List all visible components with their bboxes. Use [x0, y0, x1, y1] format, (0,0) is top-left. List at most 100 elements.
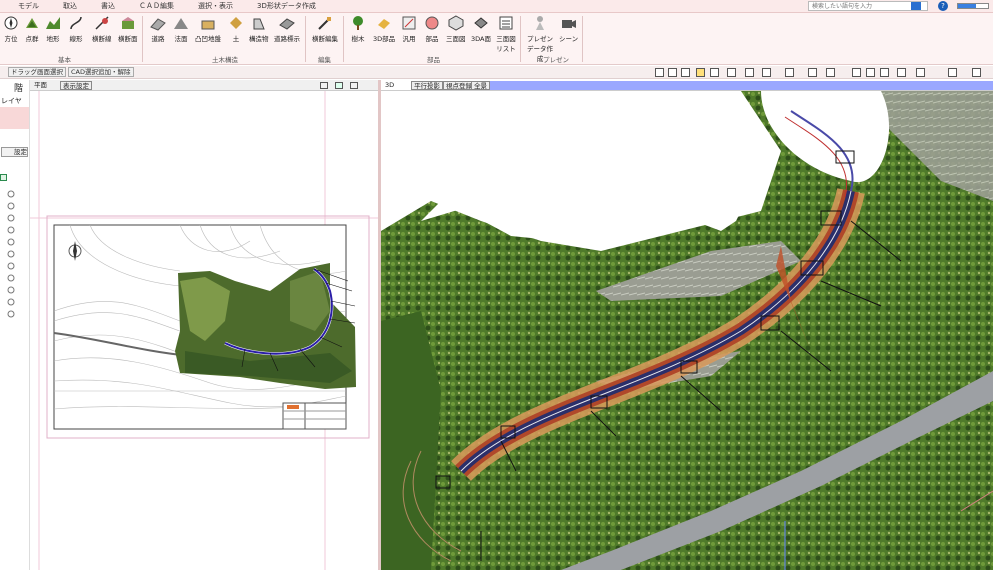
group-label-edit: 編集 [318, 56, 331, 64]
terrain-3d-render [381, 91, 993, 570]
layer-radio[interactable] [7, 310, 15, 318]
left-panel: 階 レイヤ 設定 [0, 80, 30, 570]
uneven-ground-label: 凸凹地盤 [195, 35, 221, 43]
zoom-icon[interactable] [785, 68, 794, 77]
search-input[interactable] [809, 2, 909, 10]
three-view-icon [448, 15, 464, 31]
menu-icon[interactable] [972, 68, 981, 77]
road-button[interactable]: 道路 [150, 15, 166, 43]
camera-icon[interactable] [762, 68, 771, 77]
scene-icon [561, 20, 576, 28]
undo-icon[interactable] [808, 68, 817, 77]
menu-export[interactable]: 書込 [89, 1, 127, 11]
structure-label: 構造物 [249, 35, 269, 43]
layer-radio[interactable] [7, 262, 15, 270]
layer-radio[interactable] [7, 298, 15, 306]
layer-radio-list[interactable] [0, 188, 16, 328]
uneven-ground-button[interactable]: 凸凹地盤 [195, 15, 221, 43]
menu-import[interactable]: 取込 [51, 1, 89, 11]
layer-radio[interactable] [7, 274, 15, 282]
slope-button[interactable]: 法面 [173, 15, 189, 43]
cross-section-button[interactable]: 横断面 [118, 15, 138, 43]
group-separator [305, 16, 306, 62]
brush-icon[interactable] [897, 68, 906, 77]
point-cloud-button[interactable]: 点群 [24, 15, 40, 43]
tab-display-settings[interactable]: 表示設定 [60, 81, 92, 90]
tree-icon [353, 16, 363, 30]
3da-face-button[interactable]: 3DA面 [471, 15, 491, 43]
view3d-canvas[interactable] [381, 91, 993, 570]
road-marking-icon [279, 18, 295, 30]
layer-radio[interactable] [7, 238, 15, 246]
road-marking-label: 道路標示 [274, 35, 300, 43]
cross-section-icon [121, 17, 134, 29]
layer-highlight [0, 107, 29, 129]
layer-radio[interactable] [7, 202, 15, 210]
plan-header: 平面 表示設定 [30, 80, 378, 91]
pan-icon[interactable] [710, 68, 719, 77]
layer-icon[interactable] [727, 68, 736, 77]
search-icon[interactable] [911, 2, 921, 10]
tab-plan[interactable]: 平面 [32, 81, 49, 90]
earth-button[interactable]: 土 [228, 15, 244, 43]
split-view-icon[interactable] [681, 68, 690, 77]
layer-radio[interactable] [7, 286, 15, 294]
help-icon[interactable]: ? [938, 1, 948, 11]
cross-move-icon[interactable] [948, 68, 957, 77]
secondary-toolbar: ドラッグ画面選択 CAD選択追加・解除 [0, 66, 993, 79]
view3d-header: 3D 平行投影 視点登録 全景 [381, 80, 993, 91]
tab-full-view[interactable]: 全景 [471, 81, 490, 90]
cross-line-button[interactable]: 横断線 [92, 15, 112, 43]
setting-button[interactable]: 設定 [1, 147, 28, 157]
parts-button[interactable]: 部品 [424, 15, 440, 43]
search-box [808, 1, 928, 11]
3da-face-icon [474, 17, 488, 29]
plan-save-icon[interactable] [320, 82, 328, 89]
move-icon[interactable] [866, 68, 875, 77]
plan-grid-icon[interactable] [350, 82, 358, 89]
direction-button[interactable]: 方位 [3, 15, 19, 43]
light-icon[interactable] [852, 68, 861, 77]
3d-parts-button[interactable]: 3D部品 [373, 15, 395, 43]
parts-label: 部品 [425, 35, 439, 43]
group-separator [343, 16, 344, 62]
cross-edit-label: 横断編集 [312, 35, 338, 43]
layer-radio[interactable] [7, 190, 15, 198]
layer-radio[interactable] [7, 226, 15, 234]
layer-radio[interactable] [7, 214, 15, 222]
menu-model[interactable]: モデル [0, 1, 51, 11]
three-view-list-button[interactable]: 三面図リスト [495, 15, 517, 53]
list-view-icon[interactable] [655, 68, 664, 77]
snap-icon[interactable] [745, 68, 754, 77]
cross-edit-button[interactable]: 横断編集 [312, 15, 338, 43]
three-view-button[interactable]: 三面図 [446, 15, 466, 43]
terrain-button[interactable]: 地形 [45, 15, 61, 43]
drag-select-button[interactable]: ドラッグ画面選択 [8, 67, 66, 77]
tab-parallel-projection[interactable]: 平行投影 [411, 81, 443, 90]
filter-icon[interactable] [916, 68, 925, 77]
rotate-icon[interactable] [880, 68, 889, 77]
layer-checkbox[interactable] [0, 174, 7, 181]
menu-cad-edit[interactable]: ＣＡＤ編集 [127, 1, 186, 11]
tab-3d[interactable]: 3D [383, 81, 396, 90]
pointer-icon[interactable] [696, 68, 705, 77]
plan-view-icon[interactable] [335, 82, 343, 89]
structure-button[interactable]: 構造物 [249, 15, 269, 43]
layer-label[interactable]: レイヤ [1, 96, 22, 106]
menu-select-view[interactable]: 選択・表示 [186, 1, 245, 11]
cad-select-toggle-button[interactable]: CAD選択追加・解除 [68, 67, 134, 77]
tree-button[interactable]: 樹木 [350, 15, 366, 43]
cross-line-icon [95, 16, 109, 30]
menu-3d-shape[interactable]: 3D形状データ作成 [245, 1, 328, 11]
earth-label: 土 [232, 35, 240, 43]
compass-icon [4, 16, 18, 30]
scene-button[interactable]: シーン [559, 15, 578, 43]
redo-icon[interactable] [826, 68, 835, 77]
group-label-parts: 部品 [427, 56, 440, 64]
road-marking-button[interactable]: 道路標示 [274, 15, 300, 43]
plan-canvas[interactable] [30, 91, 378, 570]
single-view-icon[interactable] [668, 68, 677, 77]
layer-radio[interactable] [7, 250, 15, 258]
alignment-button[interactable]: 線形 [68, 15, 84, 43]
general-button[interactable]: 汎用 [401, 15, 417, 43]
